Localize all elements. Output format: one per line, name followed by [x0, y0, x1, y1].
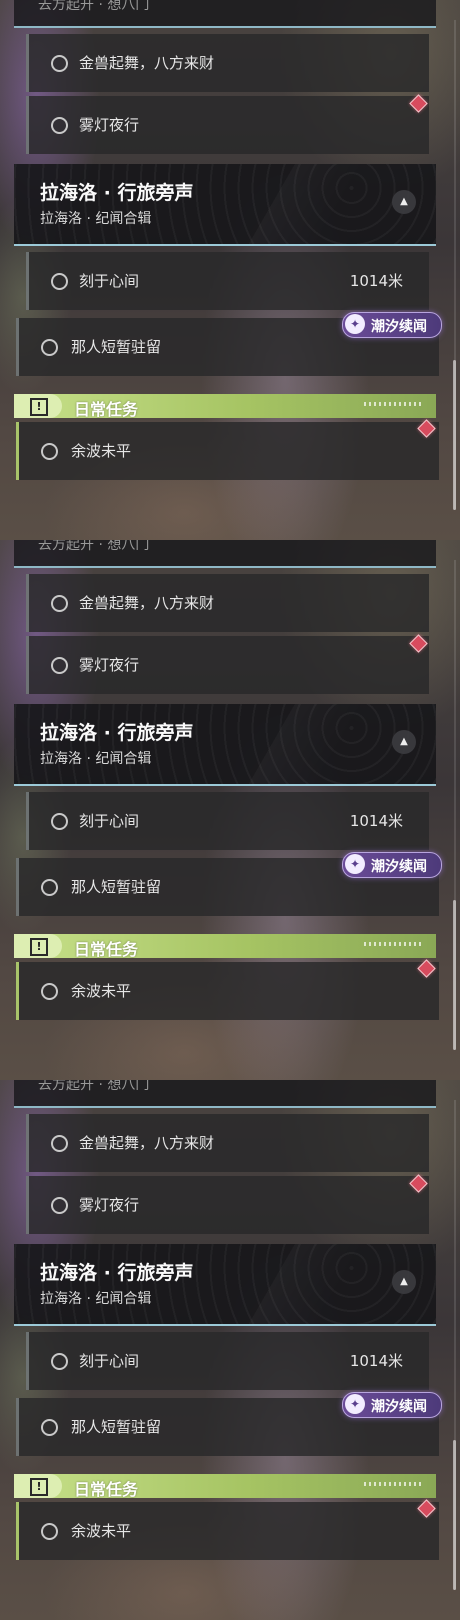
daily-quest-title: 日常任务: [74, 940, 139, 959]
decoration-stripes: [364, 402, 424, 406]
quest-radio-icon[interactable]: [41, 879, 58, 896]
quest-category-title: 去方起开 · 想八门: [38, 1080, 150, 1093]
scrollbar-thumb[interactable]: [453, 360, 456, 510]
quest-radio-icon[interactable]: [51, 55, 68, 72]
quest-radio-icon[interactable]: [51, 657, 68, 674]
quest-label: 那人短暂驻留: [71, 878, 162, 896]
region-subtitle: 拉海洛 · 纪闻合辑: [40, 751, 152, 767]
daily-icon-box: !: [14, 1474, 62, 1498]
quest-panel-1: 去方起开 · 想八门 金兽起舞，八方来财 雾灯夜行 拉海洛 · 行旅旁声 拉海洛…: [0, 0, 460, 540]
quest-category-title: 去方起开 · 想八门: [38, 540, 150, 553]
quest-item[interactable]: 刻于心间 1014米: [26, 792, 429, 850]
quest-panel-2: 去方起开 · 想八门 金兽起舞，八方来财 雾灯夜行 拉海洛 · 行旅旁声 拉海洛…: [0, 540, 460, 1080]
daily-icon-box: !: [14, 394, 62, 418]
quest-category-header-partial[interactable]: 去方起开 · 想八门: [14, 1080, 436, 1108]
region-header[interactable]: 拉海洛 · 行旅旁声 拉海洛 · 纪闻合辑 ▲: [14, 704, 436, 786]
quest-radio-icon[interactable]: [41, 443, 58, 460]
scrollbar-thumb[interactable]: [453, 1440, 456, 1590]
quest-item[interactable]: 金兽起舞，八方来财: [26, 34, 429, 92]
quest-radio-icon[interactable]: [51, 117, 68, 134]
quest-item[interactable]: 金兽起舞，八方来财: [26, 1114, 429, 1172]
tide-event-badge: ✦ 潮汐续闻: [342, 312, 442, 338]
badge-label: 潮汐续闻: [371, 1399, 427, 1415]
quest-item[interactable]: 刻于心间 1014米: [26, 1332, 429, 1390]
quest-label: 雾灯夜行: [79, 116, 140, 134]
daily-quest-item[interactable]: 余波未平: [16, 962, 439, 1020]
quest-distance: 1014米: [349, 1352, 403, 1370]
quest-label: 刻于心间: [79, 1352, 140, 1370]
quest-label: 金兽起舞，八方来财: [79, 1134, 215, 1152]
quest-label: 余波未平: [71, 442, 132, 460]
daily-quest-item[interactable]: 余波未平: [16, 422, 439, 480]
collapse-arrow-icon[interactable]: ▲: [392, 1270, 416, 1294]
region-title: 拉海洛 · 行旅旁声: [40, 1262, 194, 1284]
quest-item[interactable]: 雾灯夜行: [26, 96, 429, 154]
daily-quest-title: 日常任务: [74, 1480, 139, 1499]
daily-quest-header[interactable]: ! 日常任务: [14, 1474, 436, 1499]
daily-quest-header[interactable]: ! 日常任务: [14, 934, 436, 959]
quest-radio-icon[interactable]: [51, 813, 68, 830]
quest-item[interactable]: 刻于心间 1014米: [26, 252, 429, 310]
tide-icon: ✦: [345, 314, 365, 334]
quest-distance: 1014米: [349, 812, 403, 830]
region-subtitle: 拉海洛 · 纪闻合辑: [40, 211, 152, 227]
quest-radio-icon[interactable]: [41, 1419, 58, 1436]
quest-category-header-partial[interactable]: 去方起开 · 想八门: [14, 540, 436, 568]
quest-label: 雾灯夜行: [79, 1196, 140, 1214]
quest-label: 金兽起舞，八方来财: [79, 594, 215, 612]
quest-item[interactable]: 雾灯夜行: [26, 636, 429, 694]
quest-distance: 1014米: [349, 272, 403, 290]
exclamation-icon: !: [30, 938, 48, 956]
quest-radio-icon[interactable]: [51, 273, 68, 290]
quest-item[interactable]: 雾灯夜行: [26, 1176, 429, 1234]
daily-icon-box: !: [14, 934, 62, 958]
quest-item[interactable]: 金兽起舞，八方来财: [26, 574, 429, 632]
collapse-arrow-icon[interactable]: ▲: [392, 730, 416, 754]
quest-label: 刻于心间: [79, 272, 140, 290]
exclamation-icon: !: [30, 398, 48, 416]
quest-label: 雾灯夜行: [79, 656, 140, 674]
tide-icon: ✦: [345, 1394, 365, 1414]
collapse-arrow-icon[interactable]: ▲: [392, 190, 416, 214]
badge-label: 潮汐续闻: [371, 859, 427, 875]
badge-label: 潮汐续闻: [371, 319, 427, 335]
quest-radio-icon[interactable]: [51, 1353, 68, 1370]
region-header[interactable]: 拉海洛 · 行旅旁声 拉海洛 · 纪闻合辑 ▲: [14, 164, 436, 246]
quest-radio-icon[interactable]: [41, 1523, 58, 1540]
daily-quest-item[interactable]: 余波未平: [16, 1502, 439, 1560]
quest-label: 余波未平: [71, 1522, 132, 1540]
tide-event-badge: ✦ 潮汐续闻: [342, 1392, 442, 1418]
daily-quest-header[interactable]: ! 日常任务: [14, 394, 436, 419]
region-header[interactable]: 拉海洛 · 行旅旁声 拉海洛 · 纪闻合辑 ▲: [14, 1244, 436, 1326]
quest-radio-icon[interactable]: [51, 1197, 68, 1214]
quest-label: 那人短暂驻留: [71, 1418, 162, 1436]
region-title: 拉海洛 · 行旅旁声: [40, 182, 194, 204]
quest-radio-icon[interactable]: [41, 339, 58, 356]
quest-panel-3: 去方起开 · 想八门 金兽起舞，八方来财 雾灯夜行 拉海洛 · 行旅旁声 拉海洛…: [0, 1080, 460, 1620]
daily-quest-title: 日常任务: [74, 400, 139, 419]
tide-icon: ✦: [345, 854, 365, 874]
quest-radio-icon[interactable]: [41, 983, 58, 1000]
exclamation-icon: !: [30, 1478, 48, 1496]
region-title: 拉海洛 · 行旅旁声: [40, 722, 194, 744]
quest-radio-icon[interactable]: [51, 1135, 68, 1152]
scrollbar-thumb[interactable]: [453, 900, 456, 1050]
quest-label: 余波未平: [71, 982, 132, 1000]
decoration-stripes: [364, 942, 424, 946]
quest-label: 刻于心间: [79, 812, 140, 830]
decoration-stripes: [364, 1482, 424, 1486]
quest-category-header-partial[interactable]: 去方起开 · 想八门: [14, 0, 436, 28]
tide-event-badge: ✦ 潮汐续闻: [342, 852, 442, 878]
quest-category-title: 去方起开 · 想八门: [38, 0, 150, 13]
quest-radio-icon[interactable]: [51, 595, 68, 612]
region-subtitle: 拉海洛 · 纪闻合辑: [40, 1291, 152, 1307]
quest-label: 金兽起舞，八方来财: [79, 54, 215, 72]
quest-label: 那人短暂驻留: [71, 338, 162, 356]
